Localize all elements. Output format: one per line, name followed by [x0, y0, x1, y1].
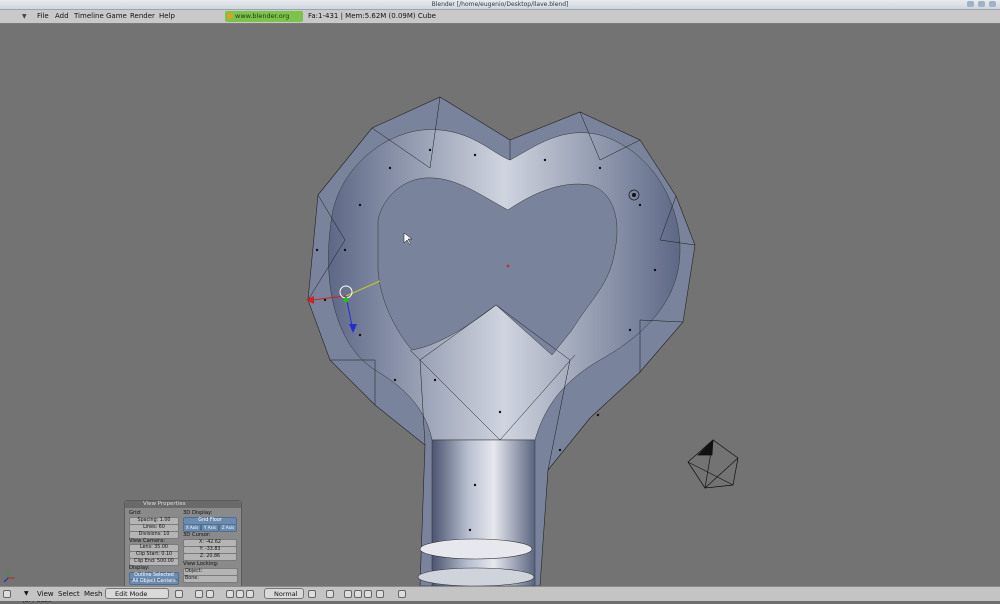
z-axis-toggle[interactable]: Z Axis — [219, 524, 237, 532]
view-properties-panel[interactable]: View Properties Grid: Spacing: 1.00 Line… — [124, 500, 242, 588]
menu-mesh[interactable]: Mesh — [84, 587, 102, 601]
3d-cursor-header: 3D Cursor: — [183, 532, 211, 538]
header-collapse-arrow-icon[interactable]: ▼ — [24, 587, 29, 601]
grid-header: Grid: — [129, 510, 142, 516]
menu-render[interactable]: Render — [128, 10, 157, 23]
3d-view-header: ▼ View Select Mesh Edit Mode Normal — [0, 586, 1000, 601]
maximize-icon[interactable] — [978, 1, 985, 7]
scene-status-info: Fa:1-431 | Mem:5.62M (0.09M) Cube — [308, 12, 436, 20]
vertex-select-icon[interactable] — [326, 590, 334, 598]
minimize-icon[interactable] — [967, 1, 974, 7]
menu-select[interactable]: Select — [58, 587, 80, 601]
menu-view[interactable]: View — [37, 587, 54, 601]
y-axis-toggle[interactable]: Y Axis — [201, 524, 219, 532]
all-object-centers-toggle[interactable]: All Object Centers — [129, 579, 179, 585]
blender-url-badge[interactable]: www.blender.org 249.2 — [225, 11, 303, 31]
hand-icon[interactable] — [226, 590, 234, 598]
mode-select[interactable]: Edit Mode — [105, 588, 169, 599]
x-axis-toggle[interactable]: X Axis — [183, 524, 201, 532]
edge-select-icon[interactable] — [344, 590, 352, 598]
window-title: Blender [/home/eugenio/Desktop/llave.ble… — [431, 1, 569, 8]
main-menubar: ▼ File Add Timeline Game Render Help — [0, 10, 1000, 24]
menu-timeline[interactable]: Timeline — [72, 10, 106, 23]
view-axis-gizmo — [3, 570, 15, 583]
window-titlebar: Blender [/home/eugenio/Desktop/llave.ble… — [0, 0, 1000, 10]
draw-type-icon[interactable] — [175, 590, 183, 598]
pivot-icon[interactable] — [195, 590, 203, 598]
close-icon[interactable] — [989, 1, 996, 7]
display-header: Display: — [129, 565, 150, 571]
menu-help[interactable]: Help — [157, 10, 177, 23]
menu-file[interactable]: File — [35, 10, 51, 23]
3d-display-header: 3D Display: — [183, 510, 213, 516]
view-locking-header: View Locking: — [183, 561, 219, 567]
3d-cursor — [506, 264, 510, 268]
orientation-select[interactable]: Normal — [264, 588, 304, 599]
cursor-z-field[interactable]: Z: 20.86 — [183, 553, 237, 561]
window-controls — [967, 1, 996, 7]
mesh-options-icon[interactable] — [376, 590, 384, 598]
proportional-edit-icon[interactable] — [308, 590, 316, 598]
occlude-icon[interactable] — [364, 590, 372, 598]
menu-game[interactable]: Game — [104, 10, 129, 23]
sphere-icon[interactable] — [246, 590, 254, 598]
key-shaft — [431, 439, 536, 586]
manipulator-toggle-icon[interactable] — [206, 590, 214, 598]
camera-object — [687, 439, 739, 489]
render-icon[interactable] — [398, 590, 406, 598]
editor-type-icon[interactable] — [3, 590, 11, 598]
menu-collapse-arrow-icon[interactable]: ▼ — [22, 10, 27, 23]
panel-header[interactable]: View Properties — [125, 501, 241, 508]
key-collar — [419, 538, 533, 560]
face-select-icon[interactable] — [354, 590, 362, 598]
triangle-icon[interactable] — [236, 590, 244, 598]
lock-bone-field[interactable]: Bone: — [183, 575, 238, 583]
menu-add[interactable]: Add — [53, 10, 71, 23]
